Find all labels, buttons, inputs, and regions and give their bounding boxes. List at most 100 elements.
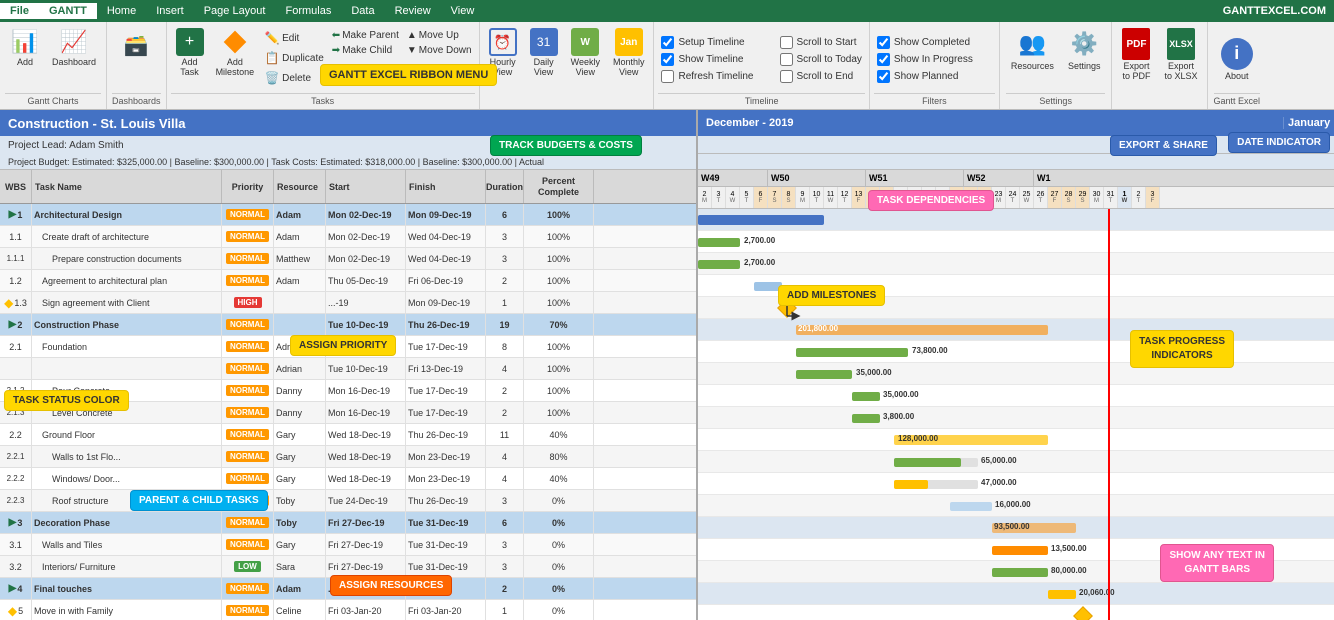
resources-label: Resources <box>1011 61 1054 71</box>
add-task-button[interactable]: + AddTask <box>171 25 209 80</box>
ribbon-menu-tooltip: GANTT EXCEL RIBBON MENU <box>320 64 497 86</box>
weekly-view-label: WeeklyView <box>571 57 600 77</box>
about-icon: i <box>1221 38 1253 70</box>
move-down-button[interactable]: ▼ Move Down <box>404 44 475 57</box>
scroll-end-button[interactable]: Scroll to End <box>777 69 865 84</box>
show-timeline-label: Show Timeline <box>678 54 743 65</box>
move-up-button[interactable]: ▲ Move Up <box>404 29 475 42</box>
assign-resources-tooltip: ASSIGN RESOURCES <box>330 575 452 596</box>
table-row: 3.1 Walls and Tiles NORMAL Gary Fri 27-D… <box>0 534 696 556</box>
tab-formulas[interactable]: Formulas <box>275 3 341 19</box>
tab-home[interactable]: Home <box>97 3 146 19</box>
duplicate-button[interactable]: 📋 Duplicate <box>261 49 327 67</box>
add-label: Add <box>17 57 33 67</box>
timeline-group-label: Timeline <box>658 93 864 106</box>
move-down-label: Move Down <box>419 45 472 56</box>
delete-button[interactable]: 🗑️ Delete <box>261 69 327 87</box>
table-row: ▶ 2 Construction Phase NORMAL Tue 10-Dec… <box>0 314 696 336</box>
scroll-today-label: Scroll to Today <box>797 54 862 65</box>
table-row: ▶ 1 Architectural Design NORMAL Adam Mon… <box>0 204 696 226</box>
show-completed-checkbox[interactable] <box>877 36 890 49</box>
make-parent-button[interactable]: ⬅ Make Parent <box>329 29 402 42</box>
export-share-tooltip: EXPORT & SHARE <box>1110 135 1217 156</box>
tab-file[interactable]: File <box>0 3 39 19</box>
settings-group-label: Settings <box>1006 93 1106 106</box>
tasks-group-label: Tasks <box>171 93 475 106</box>
daily-view-button[interactable]: 31 DailyView <box>525 25 563 80</box>
gantt-label-15: 13,500.00 <box>1051 544 1087 553</box>
table-row: 1.2 Agreement to architectural plan NORM… <box>0 270 696 292</box>
weekly-view-button[interactable]: W WeeklyView <box>566 25 605 80</box>
th-resource: Resource <box>274 170 326 203</box>
show-completed-label: Show Completed <box>894 37 970 48</box>
show-in-progress-label: Show In Progress <box>894 54 973 65</box>
show-timeline-button[interactable]: Show Timeline <box>658 52 756 67</box>
tab-gantt[interactable]: GANTT <box>39 3 97 19</box>
project-budget: Project Budget: Estimated: $325,000.00 |… <box>0 154 696 170</box>
gantt-label-12: 47,000.00 <box>981 478 1017 487</box>
gantt-label-11: 65,000.00 <box>981 456 1017 465</box>
show-planned-button[interactable]: Show Planned <box>874 69 976 84</box>
show-planned-checkbox[interactable] <box>877 70 890 83</box>
export-xlsx-button[interactable]: XLSX Exportto XLSX <box>1159 25 1202 84</box>
edit-button[interactable]: ✏️ Edit <box>261 29 327 47</box>
scroll-start-label: Scroll to Start <box>797 37 857 48</box>
add-milestone-button[interactable]: AddMilestone <box>211 25 260 80</box>
setup-timeline-button[interactable]: Setup Timeline <box>658 35 756 50</box>
gantt-label-16: 80,000.00 <box>1051 566 1087 575</box>
task-table: ▶ 1 Architectural Design NORMAL Adam Mon… <box>0 204 696 620</box>
edit-label: Edit <box>282 33 299 44</box>
add-button[interactable]: 📊 Add <box>5 25 45 70</box>
task-progress-tooltip: TASK PROGRESSINDICATORS <box>1130 330 1234 368</box>
th-priority: Priority <box>222 170 274 203</box>
gantt-bar-12-bg <box>894 480 978 489</box>
tab-page-layout[interactable]: Page Layout <box>194 3 276 19</box>
refresh-timeline-checkbox[interactable] <box>661 70 674 83</box>
show-completed-button[interactable]: Show Completed <box>874 35 976 50</box>
refresh-timeline-button[interactable]: Refresh Timeline <box>658 69 756 84</box>
scroll-start-checkbox[interactable] <box>780 36 793 49</box>
th-taskname: Task Name <box>32 170 222 203</box>
resources-button[interactable]: 👥 Resources <box>1006 25 1059 74</box>
table-row: 2.2.2 Windows/ Door... NORMAL Gary Wed 1… <box>0 468 696 490</box>
tab-view[interactable]: View <box>441 3 485 19</box>
settings-label: Settings <box>1068 61 1101 71</box>
resources-icon: 👥 <box>1016 28 1048 60</box>
tab-review[interactable]: Review <box>385 3 441 19</box>
scroll-today-checkbox[interactable] <box>780 53 793 66</box>
move-up-icon: ▲ <box>407 30 417 41</box>
show-timeline-checkbox[interactable] <box>661 53 674 66</box>
show-in-progress-checkbox[interactable] <box>877 53 890 66</box>
dashboard-button[interactable]: 📈 Dashboard <box>47 25 101 70</box>
show-in-progress-button[interactable]: Show In Progress <box>874 52 976 67</box>
gantt-bar-13 <box>950 502 992 511</box>
gantt-label-8: 35,000.00 <box>883 390 919 399</box>
scroll-today-button[interactable]: Scroll to Today <box>777 52 865 67</box>
gantt-label-13: 16,000.00 <box>995 500 1031 509</box>
make-child-button[interactable]: ➡ Make Child <box>329 44 402 57</box>
scroll-end-checkbox[interactable] <box>780 70 793 83</box>
monthly-view-button[interactable]: Jan MonthlyView <box>608 25 650 80</box>
hourly-view-icon: ⏰ <box>489 28 517 56</box>
settings-button[interactable]: ⚙️ Settings <box>1063 25 1106 74</box>
tab-insert[interactable]: Insert <box>146 3 194 19</box>
today-line <box>1108 209 1110 620</box>
th-finish: Finish <box>406 170 486 203</box>
export-pdf-icon: PDF <box>1122 28 1150 60</box>
export-pdf-label: Exportto PDF <box>1122 61 1150 81</box>
duplicate-label: Duplicate <box>282 53 324 64</box>
setup-timeline-checkbox[interactable] <box>661 36 674 49</box>
add-milestone-label: AddMilestone <box>216 57 255 77</box>
site-name: GANTTEXCEL.COM <box>1223 5 1334 17</box>
scroll-start-button[interactable]: Scroll to Start <box>777 35 865 50</box>
tab-data[interactable]: Data <box>341 3 384 19</box>
dashboards-label: Dashboards <box>112 93 161 106</box>
add-milestone-icon <box>221 28 249 56</box>
week-w49: W49 <box>698 170 768 186</box>
gantt-milestone-18 <box>1073 606 1093 620</box>
settings-icon: ⚙️ <box>1068 28 1100 60</box>
th-percent: PercentComplete <box>524 170 594 203</box>
about-button[interactable]: i About <box>1216 35 1258 84</box>
export-pdf-button[interactable]: PDF Exportto PDF <box>1116 25 1156 84</box>
table-row: 2.2.1 Walls to 1st Flo... NORMAL Gary We… <box>0 446 696 468</box>
